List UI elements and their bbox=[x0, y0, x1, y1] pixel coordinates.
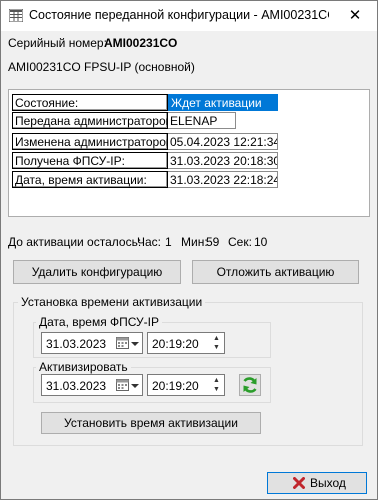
exit-button[interactable]: Выход bbox=[267, 472, 367, 494]
fpsu-datetime-group-title: Дата, время ФПСУ-IP bbox=[36, 315, 163, 329]
close-icon[interactable]: ✕ bbox=[333, 1, 377, 31]
status-key-sent-by: Передана администратором: bbox=[12, 112, 168, 129]
activate-time-spinner[interactable]: ▲ ▼ bbox=[210, 376, 223, 394]
countdown-seconds-label: Сек: bbox=[228, 235, 252, 249]
status-key-received: Получена ФПСУ-IP: bbox=[12, 152, 168, 169]
countdown-hours-label: Час: bbox=[137, 235, 162, 249]
status-panel: Состояние: Ждет активации Передана админ… bbox=[8, 89, 370, 217]
activate-time-value: 20:19:20 bbox=[152, 379, 199, 393]
status-value-changed-by[interactable]: 05.04.2023 12:21:34 bbox=[168, 133, 278, 150]
status-value-received[interactable]: 31.03.2023 20:18:30 bbox=[168, 152, 278, 169]
set-activation-time-label: Установить время активизации bbox=[64, 416, 238, 430]
chevron-down-icon[interactable] bbox=[131, 342, 139, 346]
fpsu-time-picker[interactable]: 20:19:20 ▲ ▼ bbox=[147, 332, 225, 354]
chevron-down-icon[interactable] bbox=[131, 384, 139, 388]
fpsu-date-picker[interactable]: 31.03.2023 bbox=[41, 332, 143, 354]
countdown-minutes-label: Мин: bbox=[181, 235, 208, 249]
activate-date-picker[interactable]: 31.03.2023 bbox=[41, 374, 143, 396]
activation-time-group-title: Установка времени активизации bbox=[18, 295, 206, 309]
status-key-state: Состояние: bbox=[12, 94, 168, 111]
countdown-label: До активации осталось: bbox=[8, 235, 142, 249]
calendar-icon[interactable] bbox=[116, 379, 129, 391]
calendar-icon[interactable] bbox=[116, 337, 129, 349]
status-value-state[interactable]: Ждет активации bbox=[168, 94, 278, 111]
status-value-activation[interactable]: 31.03.2023 22:18:24 bbox=[168, 171, 278, 188]
fpsu-date-value: 31.03.2023 bbox=[46, 337, 107, 351]
refresh-icon bbox=[243, 377, 257, 393]
countdown-minutes: 59 bbox=[206, 235, 220, 249]
refresh-button[interactable] bbox=[239, 374, 261, 396]
activate-time-picker[interactable]: 20:19:20 ▲ ▼ bbox=[147, 374, 225, 396]
exit-label: Выход bbox=[310, 476, 346, 490]
status-key-activation: Дата, время активации: bbox=[12, 171, 168, 188]
fpsu-time-spinner[interactable]: ▲ ▼ bbox=[210, 334, 223, 352]
serial-value: AMI00231CO bbox=[104, 36, 178, 50]
title-bar[interactable]: Состояние переданной конфигурации - AMI0… bbox=[1, 1, 377, 31]
activate-date-value: 31.03.2023 bbox=[46, 379, 107, 393]
window-title: Состояние переданной конфигурации - AMI0… bbox=[29, 8, 329, 22]
countdown-seconds: 10 bbox=[254, 235, 268, 249]
delete-config-button[interactable]: Удалить конфигурацию bbox=[13, 260, 181, 284]
set-activation-time-button[interactable]: Установить время активизации bbox=[41, 412, 261, 434]
serial-label: Серийный номер: bbox=[8, 36, 107, 50]
red-x-icon bbox=[293, 477, 305, 489]
device-line: AMI00231CO FPSU-IP (основной) bbox=[8, 60, 195, 74]
dialog-window: Состояние переданной конфигурации - AMI0… bbox=[0, 0, 378, 500]
activate-datetime-group-title: Активизировать bbox=[36, 360, 131, 374]
countdown-hours: 1 bbox=[165, 235, 172, 249]
fpsu-time-value: 20:19:20 bbox=[152, 337, 199, 351]
delete-config-label: Удалить конфигурацию bbox=[31, 265, 163, 279]
status-value-sent-by[interactable]: ELENAP bbox=[168, 112, 236, 129]
status-key-changed-by: Изменена администратором: bbox=[12, 133, 168, 150]
postpone-activation-label: Отложить активацию bbox=[216, 265, 335, 279]
app-grid-icon bbox=[9, 9, 23, 22]
postpone-activation-button[interactable]: Отложить активацию bbox=[192, 260, 359, 284]
